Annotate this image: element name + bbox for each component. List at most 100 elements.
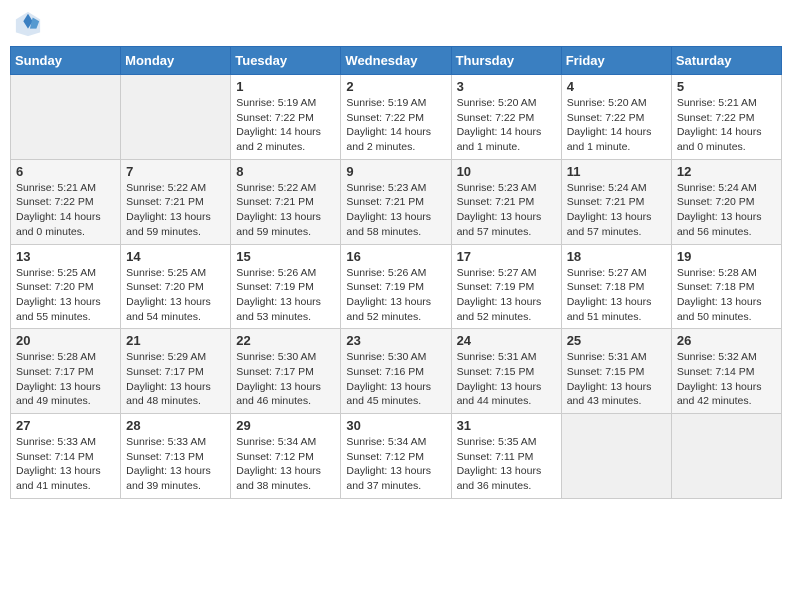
sunset-text: Sunset: 7:22 PM (677, 111, 776, 126)
daylight-text: Daylight: 13 hours and 58 minutes. (346, 210, 445, 239)
calendar-body: 1Sunrise: 5:19 AMSunset: 7:22 PMDaylight… (11, 75, 782, 499)
calendar-cell: 2 Sunrise: 5:19 AMSunset: 7:22 PMDaylight… (341, 75, 451, 160)
sunrise-text: Sunrise: 5:30 AM (236, 350, 335, 365)
weekday-header-saturday: Saturday (671, 47, 781, 75)
sunset-text: Sunset: 7:22 PM (457, 111, 556, 126)
day-number: 21 (126, 333, 225, 348)
day-number: 26 (677, 333, 776, 348)
logo (14, 10, 44, 38)
sunset-text: Sunset: 7:21 PM (236, 195, 335, 210)
sunset-text: Sunset: 7:19 PM (346, 280, 445, 295)
day-info: Sunrise: 5:22 AMSunset: 7:21 PMDaylight:… (236, 181, 335, 240)
day-info: Sunrise: 5:24 AMSunset: 7:21 PMDaylight:… (567, 181, 666, 240)
sunrise-text: Sunrise: 5:27 AM (567, 266, 666, 281)
day-number: 17 (457, 249, 556, 264)
calendar-cell: 22Sunrise: 5:30 AMSunset: 7:17 PMDayligh… (231, 329, 341, 414)
sunrise-text: Sunrise: 5:20 AM (457, 96, 556, 111)
day-number: 19 (677, 249, 776, 264)
daylight-text: Daylight: 13 hours and 53 minutes. (236, 295, 335, 324)
sunrise-text: Sunrise: 5:19 AM (236, 96, 335, 111)
sunset-text: Sunset: 7:18 PM (677, 280, 776, 295)
sunset-text: Sunset: 7:22 PM (567, 111, 666, 126)
daylight-text: Daylight: 13 hours and 55 minutes. (16, 295, 115, 324)
sunset-text: Sunset: 7:21 PM (126, 195, 225, 210)
daylight-text: Daylight: 13 hours and 48 minutes. (126, 380, 225, 409)
calendar-cell: 14 Sunrise: 5:25 AMSunset: 7:20 PMDayligh… (121, 244, 231, 329)
sunrise-text: Sunrise: 5:34 AM (346, 435, 445, 450)
day-info: Sunrise: 5:33 AMSunset: 7:14 PMDaylight:… (16, 435, 115, 494)
day-info: Sunrise: 5:26 AMSunset: 7:19 PMDaylight:… (236, 266, 335, 325)
daylight-text: Daylight: 13 hours and 52 minutes. (346, 295, 445, 324)
calendar-week-5: 27Sunrise: 5:33 AMSunset: 7:14 PMDayligh… (11, 414, 782, 499)
calendar-cell: 1Sunrise: 5:19 AMSunset: 7:22 PMDaylight… (231, 75, 341, 160)
calendar-cell: 13Sunrise: 5:25 AMSunset: 7:20 PMDayligh… (11, 244, 121, 329)
day-info: Sunrise: 5:25 AMSunset: 7:20 PMDaylight:… (126, 266, 225, 325)
daylight-text: Daylight: 14 hours and 0 minutes. (677, 125, 776, 154)
calendar-cell: 15 Sunrise: 5:26 AMSunset: 7:19 PMDayligh… (231, 244, 341, 329)
sunrise-text: Sunrise: 5:33 AM (126, 435, 225, 450)
sunset-text: Sunset: 7:14 PM (677, 365, 776, 380)
calendar-week-1: 1Sunrise: 5:19 AMSunset: 7:22 PMDaylight… (11, 75, 782, 160)
day-info: Sunrise: 5:31 AMSunset: 7:15 PMDaylight:… (567, 350, 666, 409)
daylight-text: Daylight: 14 hours and 1 minute. (457, 125, 556, 154)
calendar-cell: 26 Sunrise: 5:32 AMSunset: 7:14 PMDayligh… (671, 329, 781, 414)
daylight-text: Daylight: 13 hours and 45 minutes. (346, 380, 445, 409)
daylight-text: Daylight: 13 hours and 56 minutes. (677, 210, 776, 239)
calendar-cell: 20Sunrise: 5:28 AMSunset: 7:17 PMDayligh… (11, 329, 121, 414)
daylight-text: Daylight: 14 hours and 0 minutes. (16, 210, 115, 239)
sunset-text: Sunset: 7:13 PM (126, 450, 225, 465)
day-info: Sunrise: 5:34 AMSunset: 7:12 PMDaylight:… (346, 435, 445, 494)
calendar-cell: 5Sunrise: 5:21 AMSunset: 7:22 PMDaylight… (671, 75, 781, 160)
sunrise-text: Sunrise: 5:24 AM (677, 181, 776, 196)
day-number: 2 (346, 79, 445, 94)
day-number: 4 (567, 79, 666, 94)
sunrise-text: Sunrise: 5:25 AM (126, 266, 225, 281)
daylight-text: Daylight: 13 hours and 44 minutes. (457, 380, 556, 409)
weekday-header-wednesday: Wednesday (341, 47, 451, 75)
calendar-cell: 12Sunrise: 5:24 AMSunset: 7:20 PMDayligh… (671, 159, 781, 244)
day-number: 5 (677, 79, 776, 94)
sunrise-text: Sunrise: 5:22 AM (126, 181, 225, 196)
day-number: 23 (346, 333, 445, 348)
sunrise-text: Sunrise: 5:23 AM (346, 181, 445, 196)
daylight-text: Daylight: 14 hours and 1 minute. (567, 125, 666, 154)
day-number: 9 (346, 164, 445, 179)
calendar-cell: 18 Sunrise: 5:27 AMSunset: 7:18 PMDayligh… (561, 244, 671, 329)
daylight-text: Daylight: 13 hours and 59 minutes. (236, 210, 335, 239)
page-header (10, 10, 782, 38)
calendar-cell (671, 414, 781, 499)
day-info: Sunrise: 5:30 AMSunset: 7:16 PMDaylight:… (346, 350, 445, 409)
daylight-text: Daylight: 13 hours and 57 minutes. (457, 210, 556, 239)
daylight-text: Daylight: 13 hours and 42 minutes. (677, 380, 776, 409)
daylight-text: Daylight: 13 hours and 36 minutes. (457, 464, 556, 493)
sunrise-text: Sunrise: 5:21 AM (16, 181, 115, 196)
day-info: Sunrise: 5:34 AMSunset: 7:12 PMDaylight:… (236, 435, 335, 494)
sunrise-text: Sunrise: 5:26 AM (346, 266, 445, 281)
day-info: Sunrise: 5:27 AMSunset: 7:18 PMDaylight:… (567, 266, 666, 325)
day-info: Sunrise: 5:28 AMSunset: 7:18 PMDaylight:… (677, 266, 776, 325)
sunset-text: Sunset: 7:22 PM (346, 111, 445, 126)
sunrise-text: Sunrise: 5:29 AM (126, 350, 225, 365)
sunset-text: Sunset: 7:14 PM (16, 450, 115, 465)
day-info: Sunrise: 5:23 AMSunset: 7:21 PMDaylight:… (457, 181, 556, 240)
day-number: 31 (457, 418, 556, 433)
day-number: 14 (126, 249, 225, 264)
daylight-text: Daylight: 13 hours and 57 minutes. (567, 210, 666, 239)
day-info: Sunrise: 5:21 AMSunset: 7:22 PMDaylight:… (16, 181, 115, 240)
daylight-text: Daylight: 13 hours and 37 minutes. (346, 464, 445, 493)
day-info: Sunrise: 5:19 AMSunset: 7:22 PMDaylight:… (236, 96, 335, 155)
day-number: 18 (567, 249, 666, 264)
day-number: 6 (16, 164, 115, 179)
calendar-week-2: 6 Sunrise: 5:21 AMSunset: 7:22 PMDaylight… (11, 159, 782, 244)
day-info: Sunrise: 5:19 AMSunset: 7:22 PMDaylight:… (346, 96, 445, 155)
day-info: Sunrise: 5:29 AMSunset: 7:17 PMDaylight:… (126, 350, 225, 409)
sunrise-text: Sunrise: 5:31 AM (567, 350, 666, 365)
day-info: Sunrise: 5:28 AMSunset: 7:17 PMDaylight:… (16, 350, 115, 409)
daylight-text: Daylight: 13 hours and 43 minutes. (567, 380, 666, 409)
day-info: Sunrise: 5:32 AMSunset: 7:14 PMDaylight:… (677, 350, 776, 409)
day-info: Sunrise: 5:20 AMSunset: 7:22 PMDaylight:… (457, 96, 556, 155)
day-number: 15 (236, 249, 335, 264)
daylight-text: Daylight: 13 hours and 38 minutes. (236, 464, 335, 493)
daylight-text: Daylight: 13 hours and 51 minutes. (567, 295, 666, 324)
sunset-text: Sunset: 7:12 PM (346, 450, 445, 465)
